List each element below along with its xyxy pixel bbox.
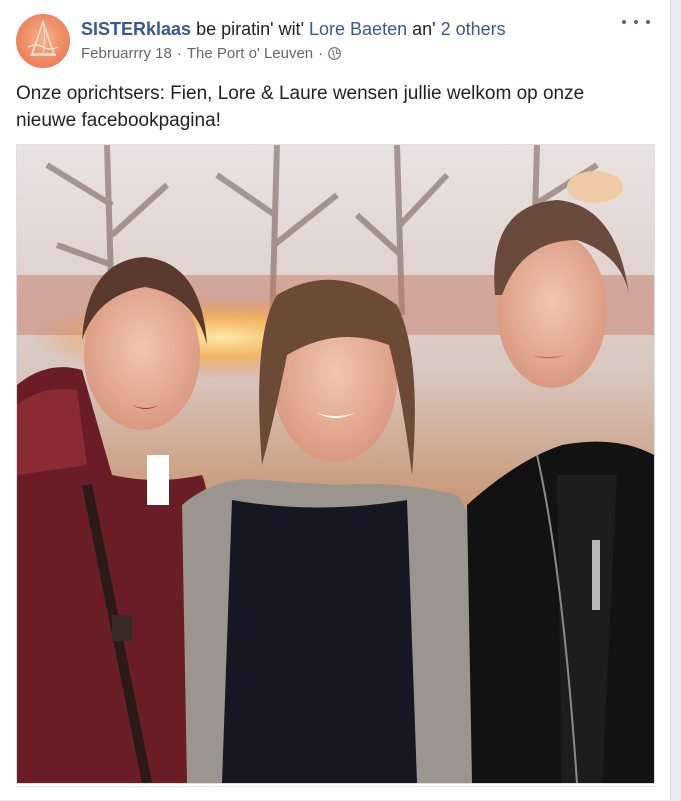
- author-link[interactable]: SISTERklaas: [81, 19, 191, 39]
- connector-text: an': [412, 19, 436, 39]
- others-link[interactable]: 2 others: [441, 19, 506, 39]
- post-date[interactable]: Februarrry 18: [81, 45, 172, 62]
- photo-image: [17, 145, 654, 783]
- more-options-icon[interactable]: [622, 12, 650, 32]
- post-text: Onze oprichtsers: Fien, Lore & Laure wen…: [16, 83, 585, 131]
- post-header: SISTERklaas be piratin' wit' Lore Baeten…: [16, 12, 654, 68]
- post-meta: Februarrry 18 · The Port o' Leuven ·: [81, 45, 342, 63]
- avatar-logo-icon: [27, 19, 59, 56]
- globe-icon[interactable]: [328, 47, 342, 60]
- post-headline: SISTERklaas be piratin' wit' Lore Baeten…: [81, 18, 506, 40]
- page-avatar[interactable]: [16, 14, 70, 68]
- tagged-person-link[interactable]: Lore Baeten: [309, 19, 407, 39]
- meta-separator: ·: [318, 45, 324, 62]
- meta-separator: ·: [176, 45, 182, 62]
- activity-verb: be piratin' wit': [196, 19, 304, 39]
- post-actions-bar: [16, 786, 655, 801]
- post-card: SISTERklaas be piratin' wit' Lore Baeten…: [0, 0, 671, 800]
- post-photo[interactable]: [16, 144, 655, 784]
- location-link[interactable]: The Port o' Leuven: [187, 45, 313, 62]
